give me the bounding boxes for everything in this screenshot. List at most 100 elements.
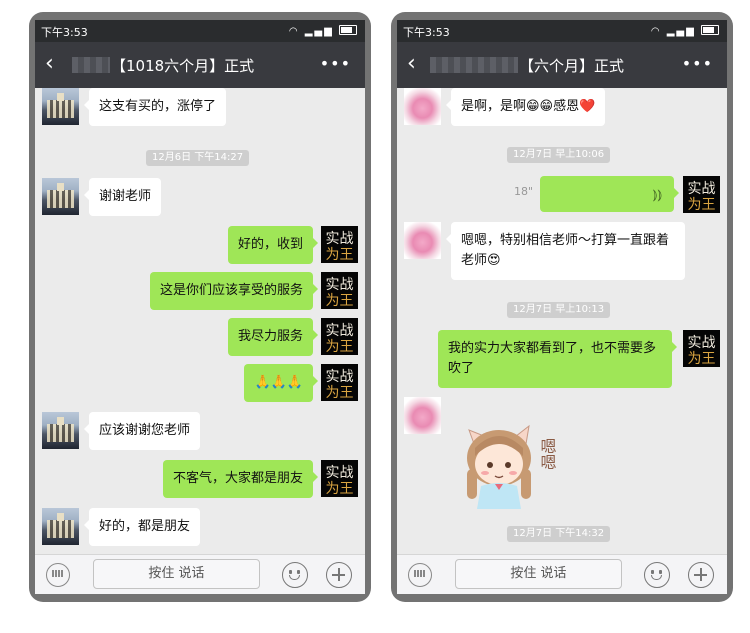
voice-duration: 18" [514,185,534,198]
voice-message[interactable]: ⦆⦆ [540,176,679,212]
message-text: 不客气，大家都是朋友 [172,471,303,486]
message-text: 嗯嗯，特别相信老师～打算一直跟着老师😍 [461,233,670,268]
message-sent[interactable]: 不客气，大家都是朋友 [162,460,318,498]
badge-avatar-art: 实战 为王 [321,272,358,309]
bubble-tail [84,424,89,434]
hold-to-talk-button[interactable]: 按住 说话 [455,559,622,589]
timestamp: 12月7日 早上10:06 [507,147,611,163]
avatar[interactable]: 实战 为王 [321,364,358,401]
timestamp: 12月6日 下午14:27 [146,150,250,166]
blurred-group-name [72,57,110,73]
bubble-tail [674,188,679,198]
message-received[interactable]: 应该谢谢您老师 [84,412,201,450]
badge-avatar-art: 实战 为王 [321,318,358,355]
status-icons: ◠ ▂▄▆ [651,24,719,37]
plus-icon[interactable] [326,562,352,588]
badge-text-top: 实战 [326,231,354,247]
message-text: 我的实力大家都看到了，也不需要多吹了 [448,341,657,376]
avatar[interactable] [42,412,79,449]
message-sent[interactable]: 我的实力大家都看到了，也不需要多吹了 [438,330,677,388]
badge-text-bottom: 为王 [326,293,354,309]
bubble-tail [84,520,89,530]
more-icon[interactable]: ••• [682,54,713,73]
sticker-text: 嗯嗯 [538,438,557,470]
bubble-tail [446,234,451,244]
chat-title-bar: ‹ 【六个月】正式 ••• [397,42,727,88]
message-sent[interactable]: 这是你们应该享受的服务 [149,272,318,310]
hold-to-talk-button[interactable]: 按住 说话 [93,559,260,589]
badge-avatar-art: 实战 为王 [321,226,358,263]
avatar[interactable]: 实战 为王 [321,460,358,497]
chat-title: 【六个月】正式 [519,57,625,75]
avatar[interactable] [404,397,441,434]
chat-title-bar: ‹ 【1018六个月】正式 ••• [35,42,365,88]
status-bar: 下午3:53 ◠ ▂▄▆ [35,20,365,42]
bubble-tail [84,190,89,200]
avatar[interactable]: 实战 为王 [683,176,720,213]
message-list: 这支有买的，涨停了 12月6日 下午14:27 谢谢老师 好的，收到 实战 为王… [35,88,365,554]
avatar[interactable]: 实战 为王 [683,330,720,367]
message-sent[interactable]: 🙏🙏🙏 [244,364,318,402]
keyboard-icon[interactable] [46,563,70,587]
message-text: 这是你们应该享受的服务 [159,283,303,298]
avatar[interactable]: 实战 为王 [321,272,358,309]
chat-title: 【1018六个月】正式 [111,57,255,75]
status-time: 下午3:53 [41,26,88,39]
bubble-tail [313,330,318,340]
bubble-tail [313,376,318,386]
badge-text-bottom: 为王 [326,247,354,263]
avatar[interactable] [404,222,441,259]
message-text: 这支有买的，涨停了 [99,99,217,114]
signal-icon: ▂▄▆ [666,26,696,37]
avatar[interactable] [404,88,441,125]
signal-icon: ▂▄▆ [304,26,334,37]
badge-avatar-art: 实战 为王 [321,460,358,497]
message-sent[interactable]: 好的，收到 [227,226,318,264]
sticker-image[interactable]: 嗯嗯 [455,414,561,509]
back-icon[interactable]: ‹ [45,52,54,76]
message-text: 好的，收到 [237,237,303,252]
timestamp: 12月7日 早上10:13 [507,302,611,318]
bubble-tail [313,284,318,294]
badge-text-bottom: 为王 [326,339,354,355]
status-time: 下午3:53 [403,26,450,39]
badge-text-bottom: 为王 [326,385,354,401]
message-received[interactable]: 是啊，是啊😁😁感恩❤️ [446,88,606,126]
chat-screen-right: 下午3:53 ◠ ▂▄▆ ‹ 【六个月】正式 ••• 是啊，是啊😁😁感恩❤️ 1… [397,20,727,594]
message-received[interactable]: 好的，都是朋友 [84,508,201,546]
badge-text-bottom: 为王 [326,481,354,497]
message-text: 谢谢老师 [99,189,152,204]
badge-text-top: 实战 [326,465,354,481]
input-bar: 按住 说话 [35,554,365,594]
avatar[interactable] [42,88,79,125]
battery-icon [701,25,719,35]
keyboard-icon[interactable] [408,563,432,587]
plus-icon[interactable] [688,562,714,588]
wifi-icon: ◠ [650,26,662,37]
avatar[interactable] [42,178,79,215]
bubble-tail [313,472,318,482]
badge-text-top: 实战 [688,181,716,197]
status-bar: 下午3:53 ◠ ▂▄▆ [397,20,727,42]
avatar[interactable]: 实战 为王 [321,318,358,355]
avatar[interactable]: 实战 为王 [321,226,358,263]
input-bar: 按住 说话 [397,554,727,594]
back-icon[interactable]: ‹ [407,52,416,76]
message-received[interactable]: 嗯嗯，特别相信老师～打算一直跟着老师😍 [446,222,685,280]
message-text: 我尽力服务 [237,329,303,344]
bubble-tail [84,100,89,110]
message-received[interactable]: 这支有买的，涨停了 [84,88,227,126]
message-list: 是啊，是啊😁😁感恩❤️ 12月7日 早上10:06 18" ⦆⦆ 实战 为王 嗯… [397,88,727,554]
message-received[interactable]: 谢谢老师 [84,178,162,216]
wifi-icon: ◠ [288,26,300,37]
emoji-icon[interactable] [644,562,670,588]
avatar[interactable] [42,508,79,545]
more-icon[interactable]: ••• [320,54,351,73]
bubble-tail [446,100,451,110]
badge-text-bottom: 为王 [688,351,716,367]
blurred-group-name [430,57,518,73]
bubble-tail [672,342,677,352]
emoji-icon[interactable] [282,562,308,588]
message-sent[interactable]: 我尽力服务 [227,318,318,356]
badge-text-bottom: 为王 [688,197,716,213]
